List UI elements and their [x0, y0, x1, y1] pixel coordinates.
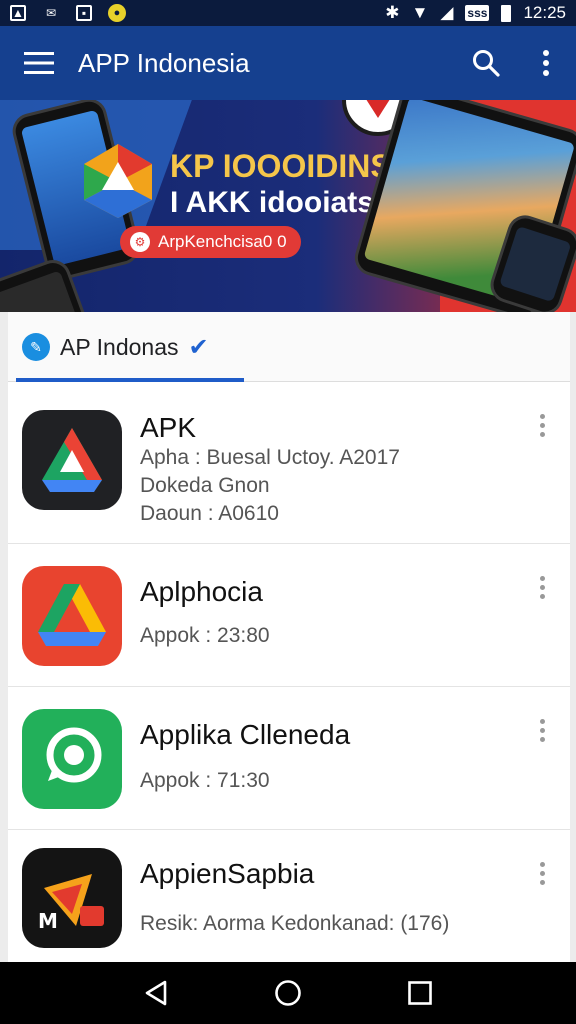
app-icon: [22, 410, 122, 510]
app-name: Applika Clleneda: [140, 719, 351, 750]
promo-banner[interactable]: KP IOOOIDINSAI I AKK idooiatsia ⚙ ArpKen…: [0, 100, 576, 312]
app-detail: Dokeda Gnon: [140, 474, 270, 497]
message-notification-icon: ✉: [45, 6, 57, 20]
app-name: Aplphocia: [140, 576, 263, 607]
more-options-button[interactable]: [530, 414, 554, 454]
status-bar: ▲ ✉ ▪ ● ✱ ▼ ◢ sss 12:25: [0, 0, 576, 26]
app-detail: Appok : 23:80: [140, 624, 270, 647]
app-detail: Resik: Aorma Kedonkanad: (176): [140, 912, 450, 935]
cta-icon: ⚙: [130, 232, 150, 252]
search-icon: [473, 50, 500, 77]
back-triangle-icon: [145, 980, 167, 1006]
carrier-label: sss: [465, 5, 490, 21]
chat-bubble-icon: [46, 727, 102, 783]
tab-bar: ✎ AP Indonas ✔: [8, 312, 570, 382]
app-icon: M: [22, 848, 122, 948]
banner-cta-button[interactable]: ⚙ ArpKenchcisa0 0: [120, 226, 301, 258]
app-name: APK: [140, 412, 197, 443]
list-item[interactable]: Applika Clleneda Appok : 71:30: [8, 687, 570, 830]
wifi-icon: ▼: [411, 3, 429, 22]
menu-button[interactable]: [0, 26, 78, 100]
hamburger-icon: [24, 52, 54, 74]
app-list-card: ✎ AP Indonas ✔ APK Apha : Buesal Uctoy. …: [8, 312, 570, 962]
verified-check-icon: ✔: [188, 333, 209, 361]
battery-icon: [501, 4, 512, 22]
bluetooth-icon: ✱: [385, 3, 400, 22]
svg-text:M: M: [38, 909, 58, 933]
more-options-button[interactable]: [530, 576, 554, 616]
tab-ap-indonas[interactable]: ✎ AP Indonas ✔: [16, 312, 244, 382]
media-player-icon: M: [38, 874, 104, 933]
app-icon: [22, 566, 122, 666]
app-detail: Daoun : A0610: [140, 502, 279, 525]
home-button[interactable]: [258, 963, 318, 1023]
banner-subheadline: I AKK idooiatsia: [170, 186, 399, 219]
banner-cta-label: ArpKenchcisa0 0: [158, 232, 287, 251]
image-notification-icon: ▲: [10, 5, 26, 21]
search-button[interactable]: [456, 26, 516, 100]
recents-button[interactable]: [390, 963, 450, 1023]
navigation-bar: [0, 962, 576, 1024]
banner-logo-icon: [84, 144, 152, 218]
more-options-button[interactable]: [530, 862, 554, 902]
drive-logo-icon: [42, 428, 102, 492]
signal-icon: ◢: [440, 3, 454, 22]
tab-label: AP Indonas: [60, 333, 179, 360]
chat-icon: ✎: [22, 333, 50, 361]
recents-square-icon: [408, 981, 432, 1005]
app-bar: APP Indonesia: [0, 26, 576, 100]
app-notification-icon: ●: [108, 4, 126, 22]
back-button[interactable]: [126, 963, 186, 1023]
app-detail: Appok : 71:30: [140, 769, 270, 792]
app-icon: [22, 709, 122, 809]
app-name: AppienSapbia: [140, 858, 315, 889]
list-item[interactable]: APK Apha : Buesal Uctoy. A2017 Dokeda Gn…: [8, 382, 570, 544]
list-item[interactable]: M AppienSapbia Resik: Aorma Kedonkanad: …: [8, 830, 570, 962]
more-options-button[interactable]: [530, 719, 554, 759]
more-vert-icon: [543, 50, 549, 76]
app-title: APP Indonesia: [78, 47, 250, 78]
app-list: APK Apha : Buesal Uctoy. A2017 Dokeda Gn…: [8, 382, 570, 962]
clock: 12:25: [523, 3, 566, 22]
clipboard-notification-icon: ▪: [76, 5, 92, 21]
list-item[interactable]: Aplphocia Appok : 23:80: [8, 544, 570, 687]
home-circle-icon: [275, 980, 301, 1006]
app-detail: Apha : Buesal Uctoy. A2017: [140, 446, 400, 469]
overflow-menu-button[interactable]: [516, 26, 576, 100]
drive-logo-icon: [38, 584, 106, 646]
